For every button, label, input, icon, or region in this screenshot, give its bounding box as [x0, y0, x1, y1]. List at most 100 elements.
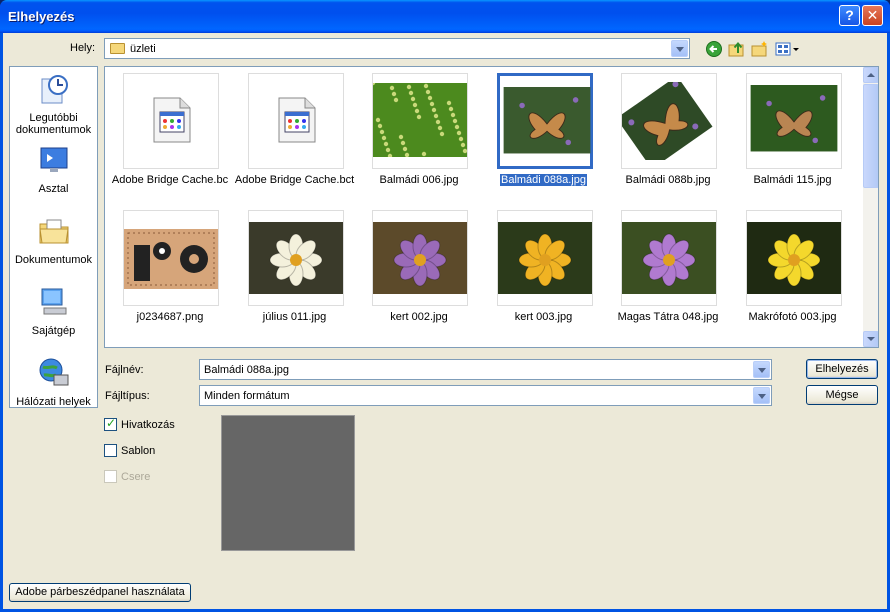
folder-icon [110, 43, 125, 54]
place-button[interactable]: Elhelyezés [806, 359, 878, 379]
place-recent[interactable]: Legutóbbi dokumentumok [10, 73, 97, 136]
filetype-value: Minden formátum [204, 390, 290, 402]
thumbnail-frame [247, 73, 344, 169]
file-name-text: Balmádi 006.jpg [379, 174, 459, 186]
dialog-body: Hely: üzleti Legutóbbi dokumentumok Aszt… [3, 33, 887, 609]
photo-image [124, 229, 218, 289]
filename-label: Fájlnév: [105, 364, 144, 376]
help-button[interactable]: ? [839, 5, 860, 26]
file-list[interactable]: Adobe Bridge Cache.bc Adobe Bridge Cache.… [104, 66, 879, 348]
new-folder-icon[interactable] [751, 40, 769, 58]
file-name-text: Adobe Bridge Cache.bc [111, 174, 229, 186]
file-name: kert 002.jpg [357, 311, 481, 323]
chevron-down-icon[interactable] [753, 387, 770, 404]
place-label: Legutóbbi dokumentumok [15, 112, 92, 136]
place-label: Dokumentumok [14, 254, 93, 266]
cancel-button[interactable]: Mégse [806, 385, 878, 405]
place-network[interactable]: Hálózati helyek [10, 357, 97, 408]
adobe-dialog-button[interactable]: Adobe párbeszédpanel használata [9, 583, 191, 602]
replace-label: Csere [121, 471, 151, 483]
filename-input[interactable]: Balmádi 088a.jpg [199, 359, 772, 380]
file-thumbnail[interactable]: Makrófotó 003.jpg [731, 210, 855, 347]
preview-area [221, 415, 355, 551]
chevron-down-icon[interactable] [753, 361, 770, 378]
recent-documents-icon [41, 75, 68, 104]
file-name-text: kert 002.jpg [390, 311, 448, 323]
location-combo[interactable]: üzleti [104, 38, 690, 59]
thumbnail-frame [496, 210, 593, 306]
file-name: július 011.jpg [233, 311, 357, 323]
thumbnail-frame [372, 210, 468, 306]
place-desktop[interactable]: Asztal [10, 144, 97, 195]
thumbnail-frame [745, 73, 842, 169]
desktop-icon [40, 147, 67, 172]
file-name-text: Makrófotó 003.jpg [748, 311, 837, 323]
file-thumbnail[interactable]: kert 003.jpg [482, 210, 606, 347]
photo-image [622, 222, 716, 294]
chevron-down-icon[interactable] [671, 40, 688, 57]
link-checkbox[interactable]: ✓ [104, 416, 117, 431]
file-name-text: Magas Tátra 048.jpg [617, 311, 719, 323]
document-icon [153, 97, 191, 143]
thumbnail-frame [123, 210, 219, 306]
file-thumbnail[interactable]: Balmádi 088a.jpg [482, 73, 606, 211]
place-my-computer[interactable]: Sajátgép [10, 286, 97, 337]
file-name-text: Balmádi 088a.jpg [499, 174, 587, 186]
filetype-label: Fájltípus: [105, 390, 150, 402]
title-bar[interactable]: Elhelyezés ? ✕ [0, 0, 890, 33]
scroll-thumb[interactable] [863, 84, 878, 188]
file-thumbnail[interactable]: Balmádi 115.jpg [731, 73, 855, 211]
link-label: Hivatkozás [121, 419, 175, 431]
my-computer-icon [41, 288, 66, 315]
places-bar: Legutóbbi dokumentumok Asztal Dokumentum… [9, 66, 98, 408]
photo-image [497, 222, 592, 294]
template-checkbox[interactable] [104, 444, 117, 457]
place-dialog-window: Elhelyezés ? ✕ Hely: üzleti Legutóbbi do… [0, 0, 890, 612]
back-icon[interactable] [705, 40, 723, 58]
file-name: kert 003.jpg [482, 311, 606, 323]
file-name-text: Balmádi 115.jpg [753, 174, 832, 186]
file-name-text: július 011.jpg [262, 311, 327, 323]
scroll-up-button[interactable] [863, 67, 878, 83]
thumbnail-frame [123, 73, 219, 169]
checkmark-icon: ✓ [106, 416, 117, 430]
window-title: Elhelyezés [8, 9, 75, 24]
documents-folder-icon [38, 219, 69, 244]
photo-image [503, 87, 590, 154]
file-thumbnail[interactable]: Magas Tátra 048.jpg [606, 210, 730, 347]
file-thumbnail[interactable]: Adobe Bridge Cache.bc [108, 73, 232, 211]
photo-image [750, 85, 837, 152]
document-icon [278, 97, 315, 143]
photo-image [746, 222, 841, 294]
place-label: Asztal [38, 183, 69, 195]
file-name-text: kert 003.jpg [514, 311, 573, 323]
up-folder-icon[interactable] [728, 40, 746, 58]
file-thumbnail[interactable]: július 011.jpg [233, 210, 357, 347]
place-label: Sajátgép [31, 325, 76, 337]
place-documents[interactable]: Dokumentumok [10, 215, 97, 266]
replace-checkbox[interactable] [104, 470, 117, 483]
file-name: Balmádi 088b.jpg [606, 174, 730, 186]
file-thumbnail[interactable]: Balmádi 088b.jpg [606, 73, 730, 211]
file-name-text: Adobe Bridge Cache.bct [234, 174, 355, 186]
scroll-down-button[interactable] [863, 331, 878, 347]
file-thumbnail[interactable]: j0234687.png [108, 210, 232, 347]
network-places-icon [39, 358, 68, 386]
filetype-select[interactable]: Minden formátum [199, 385, 772, 406]
template-label: Sablon [121, 445, 156, 457]
file-thumbnail[interactable]: kert 002.jpg [357, 210, 481, 347]
file-thumbnail[interactable]: Adobe Bridge Cache.bct [233, 73, 357, 211]
thumbnail-frame [621, 210, 717, 306]
thumbnail-frame [372, 73, 468, 169]
file-name: Balmádi 006.jpg [357, 174, 481, 186]
filename-value: Balmádi 088a.jpg [204, 364, 290, 376]
view-menu-icon[interactable] [775, 40, 801, 58]
file-thumbnail[interactable]: Balmádi 006.jpg [357, 73, 481, 211]
close-button[interactable]: ✕ [862, 5, 883, 26]
file-name: Balmádi 088a.jpg [482, 174, 606, 186]
thumbnail-frame [621, 73, 717, 169]
file-name-text: Balmádi 088b.jpg [625, 174, 711, 186]
vertical-scrollbar[interactable] [863, 67, 878, 347]
location-label: Hely: [70, 42, 96, 54]
place-label: Hálózati helyek [16, 396, 91, 408]
